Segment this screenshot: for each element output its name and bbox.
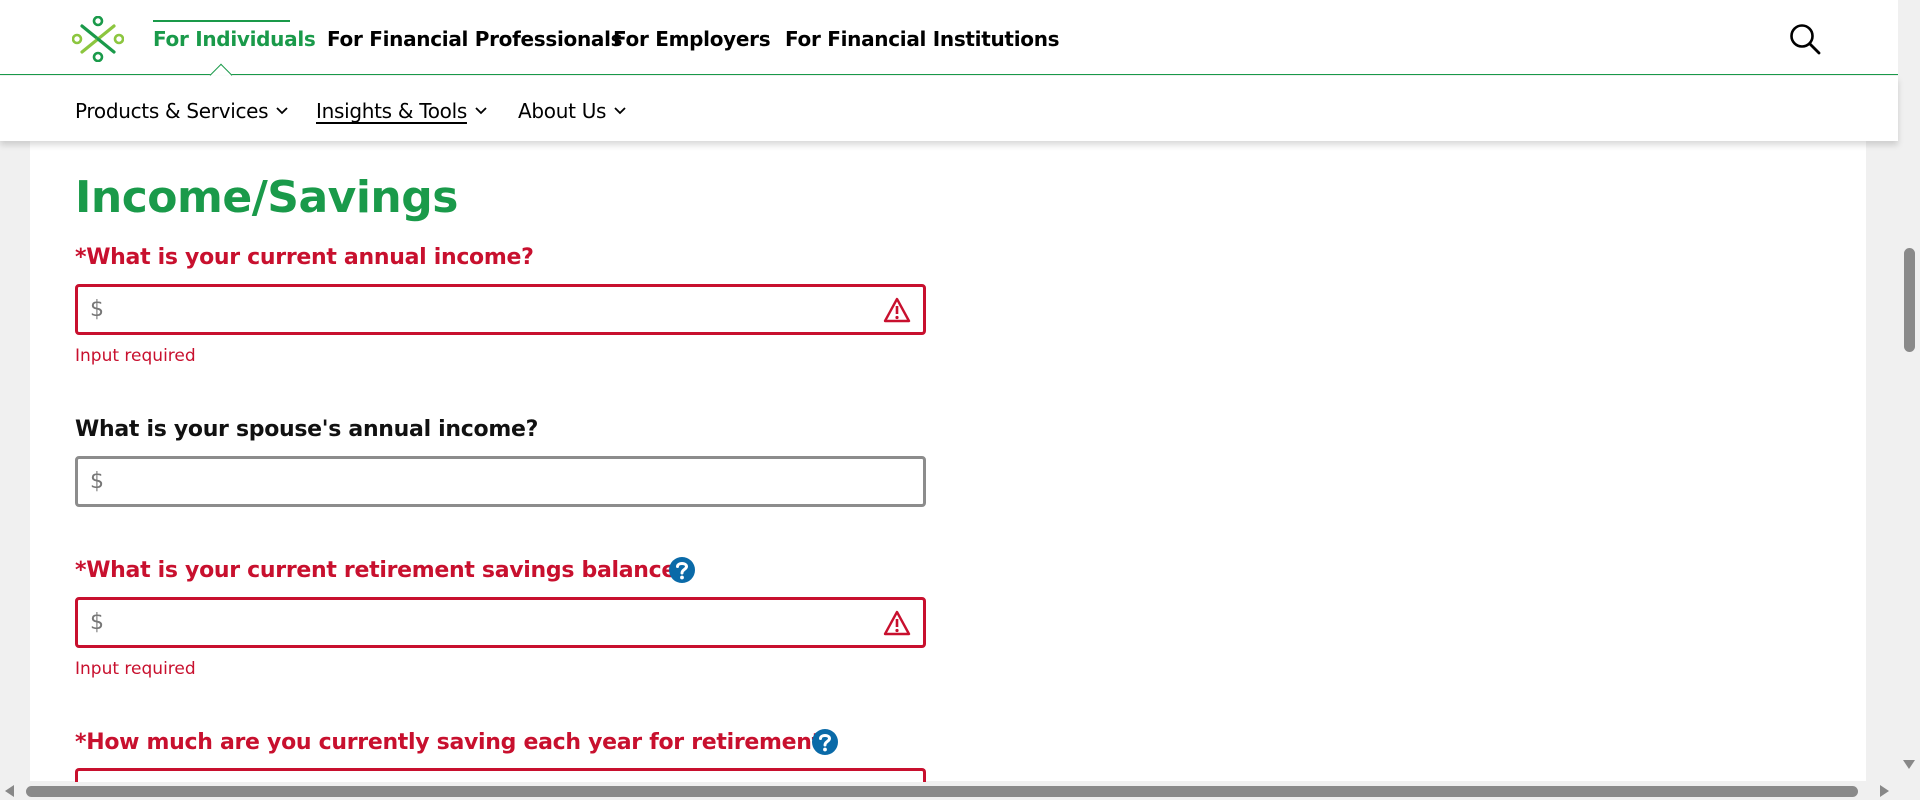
currency-prefix: $ <box>90 469 104 494</box>
retirement-savings-field[interactable]: $ <box>75 597 926 648</box>
annual-saving-label: *How much are you currently saving each … <box>75 730 835 755</box>
retirement-savings-error: Input required <box>75 659 196 679</box>
help-icon[interactable] <box>811 728 839 756</box>
menu-about-us[interactable]: About Us <box>518 99 626 123</box>
scroll-down-arrow-icon[interactable] <box>1903 760 1915 769</box>
audience-nav: For Individuals For Financial Profession… <box>0 0 1898 87</box>
retirement-savings-label: *What is your current retirement savings… <box>75 558 689 583</box>
menu-label: Insights & Tools <box>316 99 467 123</box>
menu-label: Products & Services <box>75 99 269 123</box>
nav-for-financial-institutions[interactable]: For Financial Institutions <box>785 27 1060 51</box>
annual-income-error: Input required <box>75 346 196 366</box>
menu-products-services[interactable]: Products & Services <box>75 99 288 123</box>
nav-for-financial-professionals[interactable]: For Financial Professionals <box>327 27 623 51</box>
vertical-scrollbar[interactable] <box>1898 0 1920 782</box>
nav-for-employers[interactable]: For Employers <box>613 27 771 51</box>
search-icon[interactable] <box>1788 22 1822 56</box>
chevron-down-icon <box>276 107 288 115</box>
spouse-income-input[interactable] <box>110 459 923 504</box>
chevron-down-icon <box>614 107 626 115</box>
main-menu: Products & Services Insights & Tools Abo… <box>0 76 1898 141</box>
active-tab-indicator <box>153 20 290 22</box>
spouse-income-field[interactable]: $ <box>75 456 926 507</box>
annual-income-field[interactable]: $ <box>75 284 926 335</box>
horizontal-scrollbar[interactable] <box>0 782 1920 800</box>
warning-icon <box>883 610 911 635</box>
section-title: Income/Savings <box>75 172 458 223</box>
scroll-right-arrow-icon[interactable] <box>1880 785 1889 797</box>
currency-prefix: $ <box>90 610 104 635</box>
menu-insights-tools[interactable]: Insights & Tools <box>316 99 487 123</box>
vertical-scroll-thumb[interactable] <box>1904 248 1915 352</box>
spouse-income-label: What is your spouse's annual income? <box>75 417 539 442</box>
annual-income-label: *What is your current annual income? <box>75 245 534 270</box>
help-icon[interactable] <box>668 556 696 584</box>
currency-prefix: $ <box>90 297 104 322</box>
brand-logo-icon[interactable] <box>72 16 124 62</box>
annual-saving-field[interactable] <box>75 768 926 782</box>
annual-income-input[interactable] <box>110 287 883 332</box>
scroll-left-arrow-icon[interactable] <box>5 785 14 797</box>
retirement-savings-input[interactable] <box>110 600 883 645</box>
warning-icon <box>883 297 911 322</box>
menu-label: About Us <box>518 99 607 123</box>
horizontal-scroll-thumb[interactable] <box>26 786 1858 797</box>
chevron-down-icon <box>475 107 487 115</box>
nav-for-individuals[interactable]: For Individuals <box>153 27 316 51</box>
